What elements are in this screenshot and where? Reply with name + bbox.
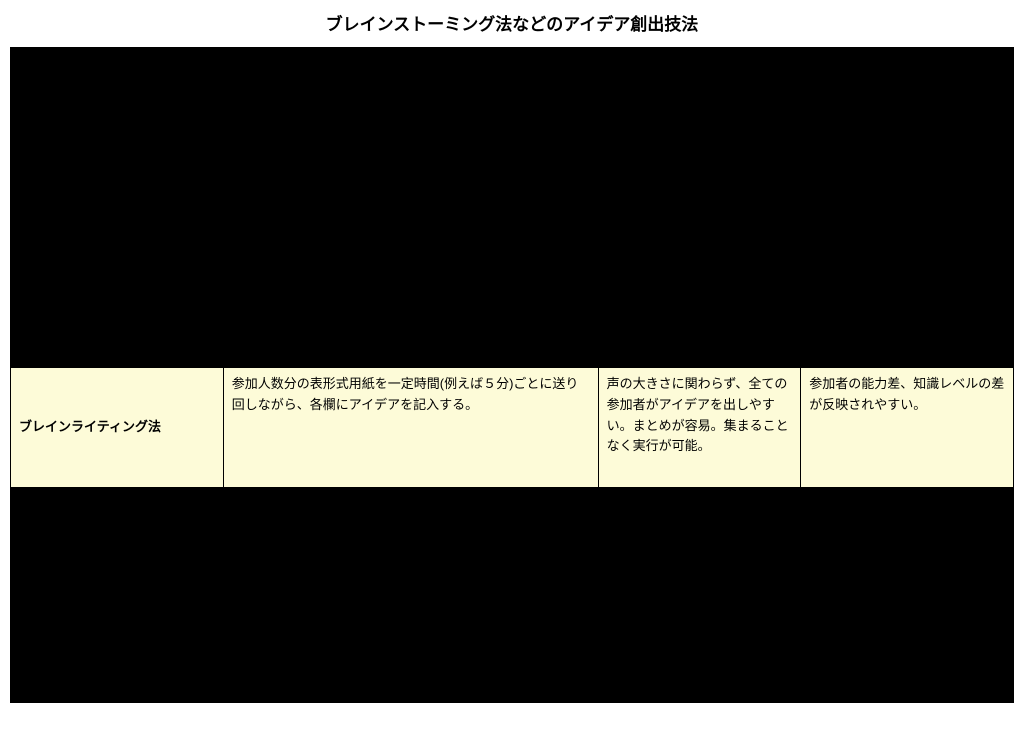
method-description-cell: 参加人数分の表形式用紙を一定時間(例えば５分)ごとに送り回しながら、各欄にアイデ…: [223, 368, 598, 488]
page-title: ブレインストーミング法などのアイデア創出技法: [10, 10, 1014, 35]
method-name-cell: ブレインライティング法: [11, 368, 224, 488]
method-advantage-cell: 声の大きさに関わらず、全ての参加者がアイデアを出しやすい。まとめが容易。集まるこ…: [598, 368, 801, 488]
black-region-top: [11, 48, 1014, 368]
methods-table: ブレインライティング法 参加人数分の表形式用紙を一定時間(例えば５分)ごとに送り…: [10, 47, 1014, 703]
method-disadvantage-cell: 参加者の能力差、知識レベルの差が反映されやすい。: [801, 368, 1014, 488]
black-region-bottom: [11, 488, 1014, 703]
table-row: ブレインライティング法 参加人数分の表形式用紙を一定時間(例えば５分)ごとに送り…: [11, 368, 1014, 488]
